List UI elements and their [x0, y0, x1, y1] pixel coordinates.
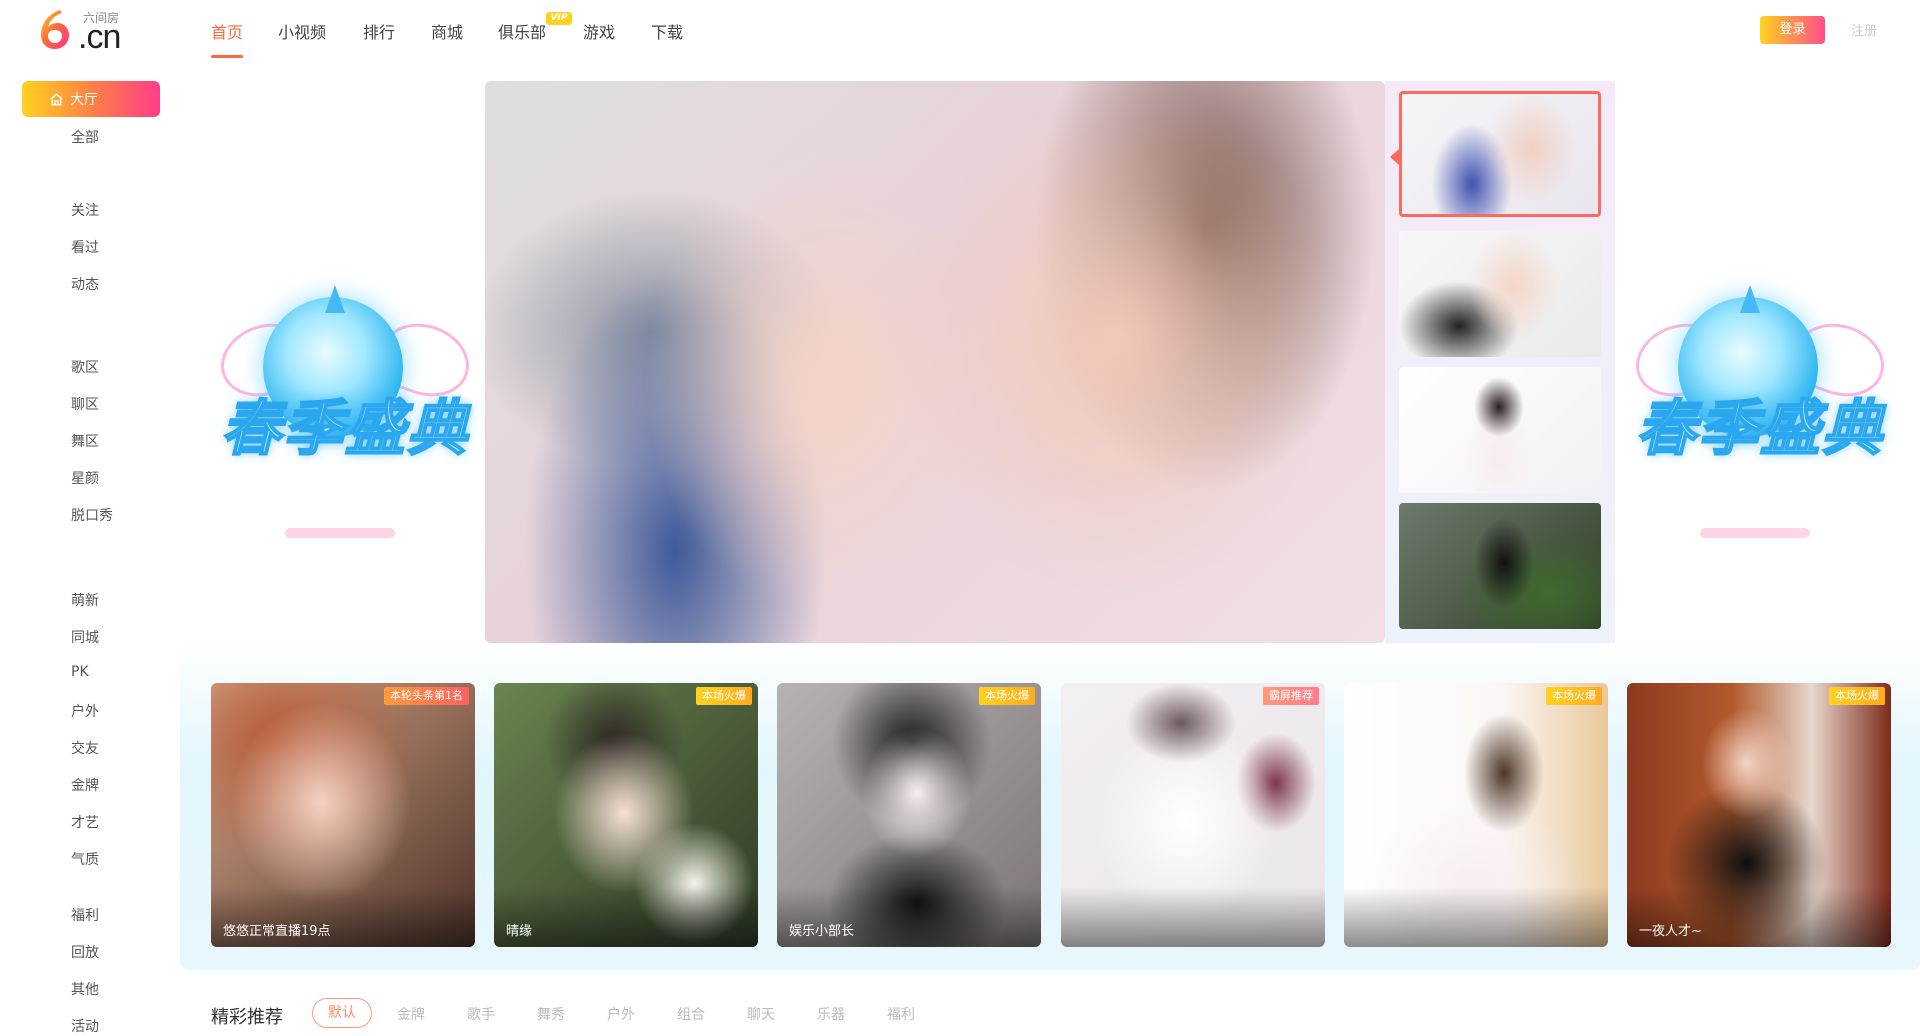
featured-room-thumb[interactable]: [1399, 231, 1601, 357]
nav-download[interactable]: 下载: [651, 19, 683, 43]
sidebar-item-label: 大厅: [70, 92, 98, 108]
sidebar-item-pk[interactable]: PK: [71, 664, 89, 680]
sidebar-item-talent[interactable]: 才艺: [71, 812, 99, 832]
sidebar-item-all[interactable]: 全部: [71, 127, 99, 147]
sidebar-item-history[interactable]: 看过: [71, 237, 99, 257]
sidebar-item-feed[interactable]: 动态: [71, 274, 99, 294]
banner-subtitle-bar: [285, 528, 395, 538]
brand-domain: .cn: [78, 18, 121, 56]
active-thumb-pointer-icon: [1390, 149, 1399, 165]
register-link[interactable]: 注册: [1851, 20, 1877, 39]
nav-club[interactable]: 俱乐部: [498, 19, 546, 43]
crown-spike-icon: [325, 285, 345, 313]
sidebar-item-talkshow[interactable]: 脱口秀: [71, 505, 113, 525]
featured-room-thumb[interactable]: [1399, 91, 1601, 217]
room-tag: 本场火爆: [979, 687, 1035, 705]
six-logo-icon: [41, 10, 69, 49]
room-tag: 本轮头条第1名: [384, 687, 469, 705]
nav-home[interactable]: 首页: [211, 19, 243, 43]
room-card[interactable]: 本轮头条第1名 悠悠正常直播19点: [211, 683, 475, 947]
filter-chip-chat[interactable]: 聊天: [747, 1004, 775, 1024]
featured-room-thumb[interactable]: [1399, 503, 1601, 629]
filter-chip-singer[interactable]: 歌手: [467, 1004, 495, 1024]
room-tag: 本场火爆: [696, 687, 752, 705]
login-button[interactable]: 登录: [1760, 16, 1825, 44]
banner-title: 春季盛典: [220, 393, 469, 465]
room-card[interactable]: 本场火爆 晴缘: [494, 683, 758, 947]
crown-spike-icon: [1740, 285, 1760, 313]
live-video-player[interactable]: [485, 81, 1385, 643]
spring-festival-banner-left[interactable]: 春季盛典: [205, 285, 485, 550]
nav-short-video[interactable]: 小视频: [278, 19, 326, 43]
room-tag: 本场火爆: [1829, 687, 1885, 705]
site-logo[interactable]: 六间房 .cn: [38, 8, 138, 56]
banner-subtitle-bar: [1700, 528, 1810, 538]
sidebar-item-dating[interactable]: 交友: [71, 738, 99, 758]
featured-room-thumb[interactable]: [1399, 367, 1601, 493]
room-name: 悠悠正常直播19点: [223, 924, 331, 939]
room-name: 娱乐小部长: [789, 924, 855, 939]
sidebar-item-chat[interactable]: 聊区: [71, 394, 99, 414]
sidebar-item-hall[interactable]: 大厅: [22, 81, 160, 117]
sidebar-item-events[interactable]: 活动: [71, 1016, 99, 1036]
sidebar-item-temperament[interactable]: 气质: [71, 849, 99, 869]
sidebar-item-local[interactable]: 同城: [71, 627, 99, 647]
sidebar-item-welfare[interactable]: 福利: [71, 905, 99, 925]
room-name: 晴缘: [506, 924, 533, 939]
filter-chip-welfare[interactable]: 福利: [887, 1004, 915, 1024]
sidebar-item-song[interactable]: 歌区: [71, 357, 99, 377]
card-shade: [1344, 887, 1608, 947]
room-name: 一夜人才~: [1639, 924, 1702, 939]
sidebar-item-dance[interactable]: 舞区: [71, 431, 99, 451]
nav-ranking[interactable]: 排行: [363, 19, 395, 43]
room-tag: 本场火爆: [1546, 687, 1602, 705]
filter-chip-gold[interactable]: 金牌: [397, 1004, 425, 1024]
recommend-title: 精彩推荐: [211, 1007, 283, 1028]
sidebar-item-outdoor[interactable]: 户外: [71, 701, 99, 721]
sidebar-item-star[interactable]: 星颜: [71, 468, 99, 488]
nav-mall[interactable]: 商城: [431, 19, 463, 43]
sidebar-item-newbie[interactable]: 萌新: [71, 590, 99, 610]
vip-badge: VIP: [546, 12, 572, 25]
filter-chip-group[interactable]: 组合: [677, 1004, 705, 1024]
filter-chip-default[interactable]: 默认: [312, 998, 372, 1028]
room-card[interactable]: 本场火爆 娱乐小部长: [777, 683, 1041, 947]
room-tag: 霸屏推荐: [1263, 687, 1319, 705]
banner-title: 春季盛典: [1635, 393, 1884, 465]
sidebar-item-follow[interactable]: 关注: [71, 200, 99, 220]
nav-games[interactable]: 游戏: [583, 19, 615, 43]
room-card[interactable]: 霸屏推荐: [1061, 683, 1325, 947]
filter-chip-instrument[interactable]: 乐器: [817, 1004, 845, 1024]
filter-chip-dance[interactable]: 舞秀: [537, 1004, 565, 1024]
card-shade: [494, 887, 758, 947]
nav-active-indicator: [211, 55, 243, 58]
room-card[interactable]: 本场火爆: [1344, 683, 1608, 947]
home-icon: [50, 92, 63, 105]
room-card[interactable]: 本场火爆 一夜人才~: [1627, 683, 1891, 947]
spring-festival-banner-right[interactable]: 春季盛典: [1620, 285, 1900, 550]
sidebar-item-other[interactable]: 其他: [71, 979, 99, 999]
filter-chip-outdoor[interactable]: 户外: [607, 1004, 635, 1024]
card-shade: [1061, 887, 1325, 947]
sidebar: 六间房 .cn 大厅 全部 关注 看过 动态 歌区 聊区 舞区 星颜 脱口秀 萌…: [0, 0, 175, 1035]
sidebar-item-gold[interactable]: 金牌: [71, 775, 99, 795]
sidebar-item-replay[interactable]: 回放: [71, 942, 99, 962]
